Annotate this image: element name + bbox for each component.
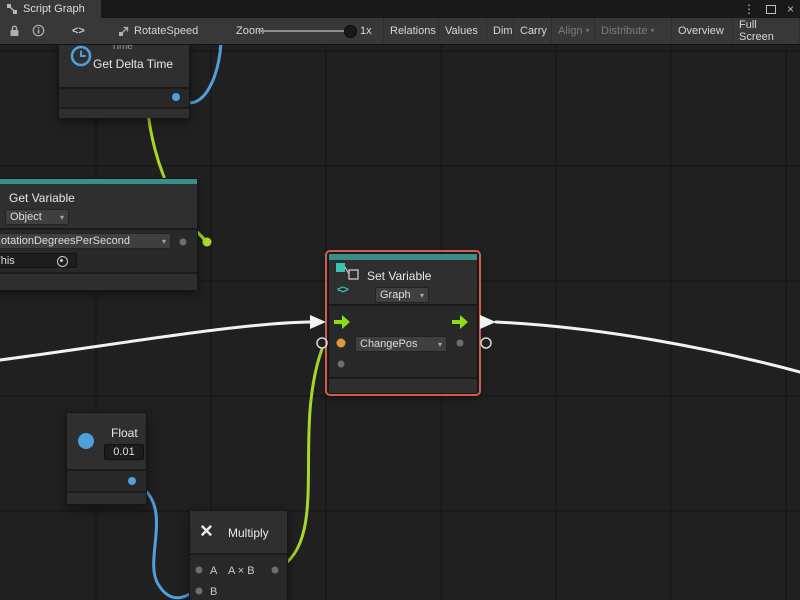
carry-button[interactable]: Carry bbox=[513, 18, 553, 43]
dropdown-value: RotationDegreesPerSecond bbox=[0, 235, 130, 247]
node-get-delta-time[interactable]: Time Get Delta Time bbox=[58, 44, 190, 118]
chevron-down-icon: ▾ bbox=[585, 26, 589, 35]
node-header: Float 0.01 bbox=[67, 413, 146, 469]
button-label: Align bbox=[558, 25, 582, 37]
tab-label: Script Graph bbox=[23, 3, 85, 15]
full-screen-button[interactable]: Full Screen bbox=[732, 18, 800, 43]
relations-button[interactable]: Relations bbox=[383, 18, 442, 43]
close-icon[interactable]: × bbox=[787, 2, 794, 16]
node-port-row bbox=[67, 471, 146, 491]
clock-icon bbox=[69, 44, 93, 68]
node-title: Float bbox=[111, 426, 138, 440]
maximize-icon[interactable] bbox=[766, 5, 776, 14]
zoom-slider-track[interactable] bbox=[258, 30, 352, 32]
chevron-down-icon: ▾ bbox=[650, 26, 654, 35]
node-port-rows: ChangePos ▾ bbox=[329, 306, 477, 377]
tab-bar: Script Graph ⋮ × bbox=[0, 0, 800, 18]
lock-button[interactable] bbox=[2, 18, 27, 43]
info-button[interactable] bbox=[26, 18, 51, 43]
node-title: Set Variable bbox=[367, 269, 431, 283]
button-label: Relations bbox=[390, 25, 436, 37]
button-label: Dim bbox=[493, 25, 513, 37]
node-header: Time Get Delta Time bbox=[59, 44, 189, 87]
info-icon bbox=[32, 24, 45, 37]
graph-asset-label: RotateSpeed bbox=[134, 25, 198, 37]
node-header: Get Variable Object ▾ bbox=[0, 184, 197, 228]
graph-canvas[interactable]: Time Get Delta Time Get Variable Object … bbox=[0, 44, 800, 600]
button-label: Carry bbox=[520, 25, 547, 37]
field-value: 0.01 bbox=[113, 446, 134, 458]
chevron-down-icon: ▾ bbox=[432, 340, 442, 349]
dropdown-value: ChangePos bbox=[360, 338, 418, 350]
values-button[interactable]: Values bbox=[438, 18, 484, 43]
lock-icon bbox=[8, 24, 21, 37]
node-port-rows: A A × B B bbox=[190, 555, 287, 600]
target-object-field[interactable]: This bbox=[0, 253, 77, 268]
distribute-button: Distribute▾ bbox=[594, 18, 660, 43]
field-value: This bbox=[0, 255, 15, 267]
chevron-down-icon: ▾ bbox=[156, 237, 166, 246]
node-port-rows: RotationDegreesPerSecond ▾ This bbox=[0, 230, 197, 272]
code-icon: <> bbox=[72, 25, 85, 37]
dropdown-value: Object bbox=[10, 211, 42, 223]
variable-name-dropdown[interactable]: ChangePos ▾ bbox=[355, 336, 447, 352]
node-port-row bbox=[59, 89, 189, 107]
edit-graph-button[interactable]: <> bbox=[66, 18, 91, 43]
float-value-field[interactable]: 0.01 bbox=[104, 444, 144, 460]
multiply-icon: × bbox=[200, 520, 213, 542]
object-picker-icon[interactable] bbox=[57, 256, 68, 267]
graph-asset: RotateSpeed bbox=[118, 18, 198, 43]
align-button: Align▾ bbox=[551, 18, 595, 43]
node-title: Get Variable bbox=[9, 191, 75, 205]
node-title: Multiply bbox=[228, 526, 269, 540]
chevron-down-icon: ▾ bbox=[54, 213, 64, 222]
input-b-label: B bbox=[210, 586, 217, 598]
chevron-down-icon: ▾ bbox=[414, 291, 424, 300]
window-controls: ⋮ × bbox=[743, 0, 794, 18]
graph-asset-icon bbox=[118, 25, 130, 37]
flow-wire-out[interactable] bbox=[496, 322, 800, 372]
variable-nodes-icon bbox=[335, 262, 361, 282]
variable-name-dropdown[interactable]: RotationDegreesPerSecond ▾ bbox=[0, 233, 171, 249]
node-title: Get Delta Time bbox=[93, 57, 173, 71]
node-footer bbox=[329, 379, 477, 393]
node-set-variable[interactable]: <> Set Variable Graph ▾ ChangePos ▾ bbox=[328, 253, 478, 393]
button-label: Full Screen bbox=[739, 19, 793, 43]
node-header: × Multiply bbox=[190, 511, 287, 553]
button-label: Values bbox=[445, 25, 478, 37]
node-header: <> Set Variable Graph ▾ bbox=[329, 260, 477, 304]
tab-script-graph[interactable]: Script Graph bbox=[0, 0, 101, 18]
zoom-slider-handle[interactable] bbox=[344, 25, 357, 38]
node-category: Time bbox=[111, 44, 133, 52]
graph-toolbar: <> RotateSpeed Zoom 1x Relations Values … bbox=[0, 18, 800, 45]
node-get-variable[interactable]: Get Variable Object ▾ RotationDegreesPer… bbox=[0, 178, 198, 290]
overview-button[interactable]: Overview bbox=[671, 18, 730, 43]
output-label: A × B bbox=[228, 565, 255, 577]
button-label: Overview bbox=[678, 25, 724, 37]
zoom-value: 1x bbox=[360, 18, 372, 43]
node-multiply[interactable]: × Multiply A A × B B bbox=[189, 510, 288, 600]
menu-icon[interactable]: ⋮ bbox=[743, 2, 755, 16]
variable-scope-dropdown[interactable]: Graph ▾ bbox=[375, 287, 429, 303]
float-type-icon bbox=[78, 433, 94, 449]
variable-scope-dropdown[interactable]: Object ▾ bbox=[5, 209, 69, 225]
button-label: Distribute bbox=[601, 25, 647, 37]
script-graph-icon bbox=[6, 3, 18, 15]
node-footer bbox=[59, 109, 189, 118]
code-icon: <> bbox=[337, 284, 348, 296]
node-footer bbox=[0, 274, 197, 290]
node-float[interactable]: Float 0.01 bbox=[66, 412, 147, 505]
flow-wire-in[interactable] bbox=[0, 322, 310, 360]
input-a-label: A bbox=[210, 565, 217, 577]
node-footer bbox=[67, 493, 146, 504]
dropdown-value: Graph bbox=[380, 289, 411, 301]
